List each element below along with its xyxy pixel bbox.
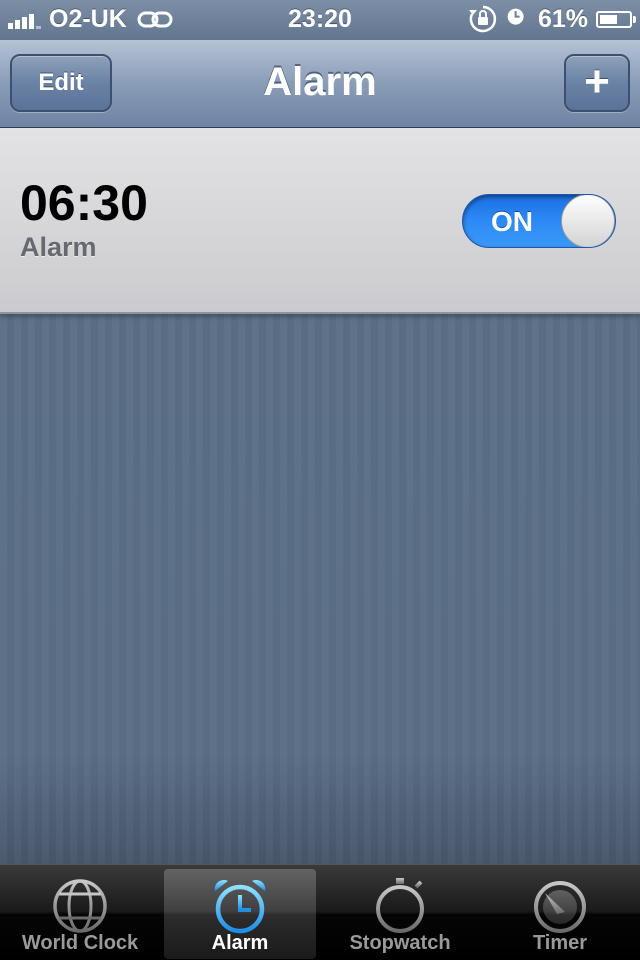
tab-world-clock[interactable]: World Clock bbox=[4, 869, 156, 959]
tab-stopwatch[interactable]: Stopwatch bbox=[324, 869, 476, 959]
tab-alarm[interactable]: Alarm bbox=[164, 869, 316, 959]
stopwatch-icon bbox=[376, 878, 424, 933]
alarm-clock-icon bbox=[214, 879, 266, 934]
tab-label: Timer bbox=[532, 932, 588, 954]
tab-timer[interactable]: Timer bbox=[484, 869, 636, 959]
tab-bar: World Clock Alarm Stopwatch Timer bbox=[0, 864, 640, 960]
tab-label: Alarm bbox=[211, 932, 269, 954]
alarm-toggle[interactable]: ON bbox=[462, 194, 616, 248]
toggle-knob[interactable] bbox=[561, 195, 615, 247]
timer-icon bbox=[534, 881, 586, 933]
battery-fill bbox=[600, 14, 617, 24]
tab-label: Stopwatch bbox=[349, 932, 451, 954]
tab-label: World Clock bbox=[21, 932, 139, 954]
battery-icon bbox=[596, 10, 636, 28]
alarm-label: Alarm bbox=[20, 232, 97, 262]
toggle-state-label: ON bbox=[491, 206, 533, 237]
battery-percent: 61% bbox=[537, 4, 588, 33]
alarm-row[interactable]: 06:30 Alarm ON bbox=[0, 128, 640, 314]
page-title: Alarm bbox=[263, 60, 377, 104]
alarm-time: 06:30 bbox=[20, 175, 148, 231]
globe-icon bbox=[53, 879, 107, 933]
status-bar: O2-UK 23:20 61% bbox=[0, 0, 640, 40]
navigation-bar: Edit Alarm + bbox=[0, 40, 640, 128]
alarm-list: 06:30 Alarm ON bbox=[0, 128, 640, 864]
alarm-clock-icon bbox=[507, 8, 524, 25]
rotation-lock-icon bbox=[468, 5, 497, 33]
add-alarm-button[interactable]: + bbox=[564, 54, 630, 112]
